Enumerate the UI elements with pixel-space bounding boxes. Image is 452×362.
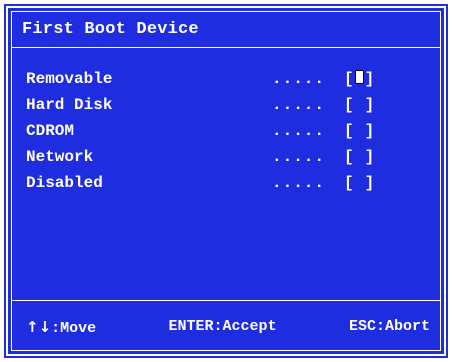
option-cdrom[interactable]: CDROM ..... [] [26,122,426,148]
title-divider [11,47,441,48]
option-radio[interactable]: [] [344,148,374,166]
option-radio[interactable]: [] [344,174,374,192]
move-hint: ↑↓:Move [26,318,96,337]
key-help-footer: ↑↓:Move ENTER:Accept ESC:Abort [26,318,430,337]
option-label: Hard Disk [26,96,113,114]
footer-divider [11,300,441,301]
boot-device-dialog: First Boot Device Removable ..... [] Har… [4,4,448,358]
option-dots: ..... [272,70,326,88]
option-dots: ..... [272,122,326,140]
up-down-arrow-icon: ↑↓ [26,318,52,336]
option-radio-selected[interactable]: [] [344,70,374,88]
accept-hint: ENTER:Accept [168,318,277,335]
boot-option-list: Removable ..... [] Hard Disk ..... [] CD… [26,70,426,200]
dialog-title: First Boot Device [22,20,199,39]
move-hint-label: :Move [51,320,97,337]
option-label: Disabled [26,174,103,192]
option-label: CDROM [26,122,75,140]
abort-hint: ESC:Abort [348,318,430,335]
option-label: Removable [26,70,113,88]
option-label: Network [26,148,94,166]
selection-cursor-icon [354,70,364,84]
option-radio[interactable]: [] [344,96,374,114]
option-dots: ..... [272,174,326,192]
option-disabled[interactable]: Disabled ..... [] [26,174,426,200]
option-removable[interactable]: Removable ..... [] [26,70,426,96]
option-dots: ..... [272,96,326,114]
option-dots: ..... [272,148,326,166]
option-hard-disk[interactable]: Hard Disk ..... [] [26,96,426,122]
option-radio[interactable]: [] [344,122,374,140]
option-network[interactable]: Network ..... [] [26,148,426,174]
